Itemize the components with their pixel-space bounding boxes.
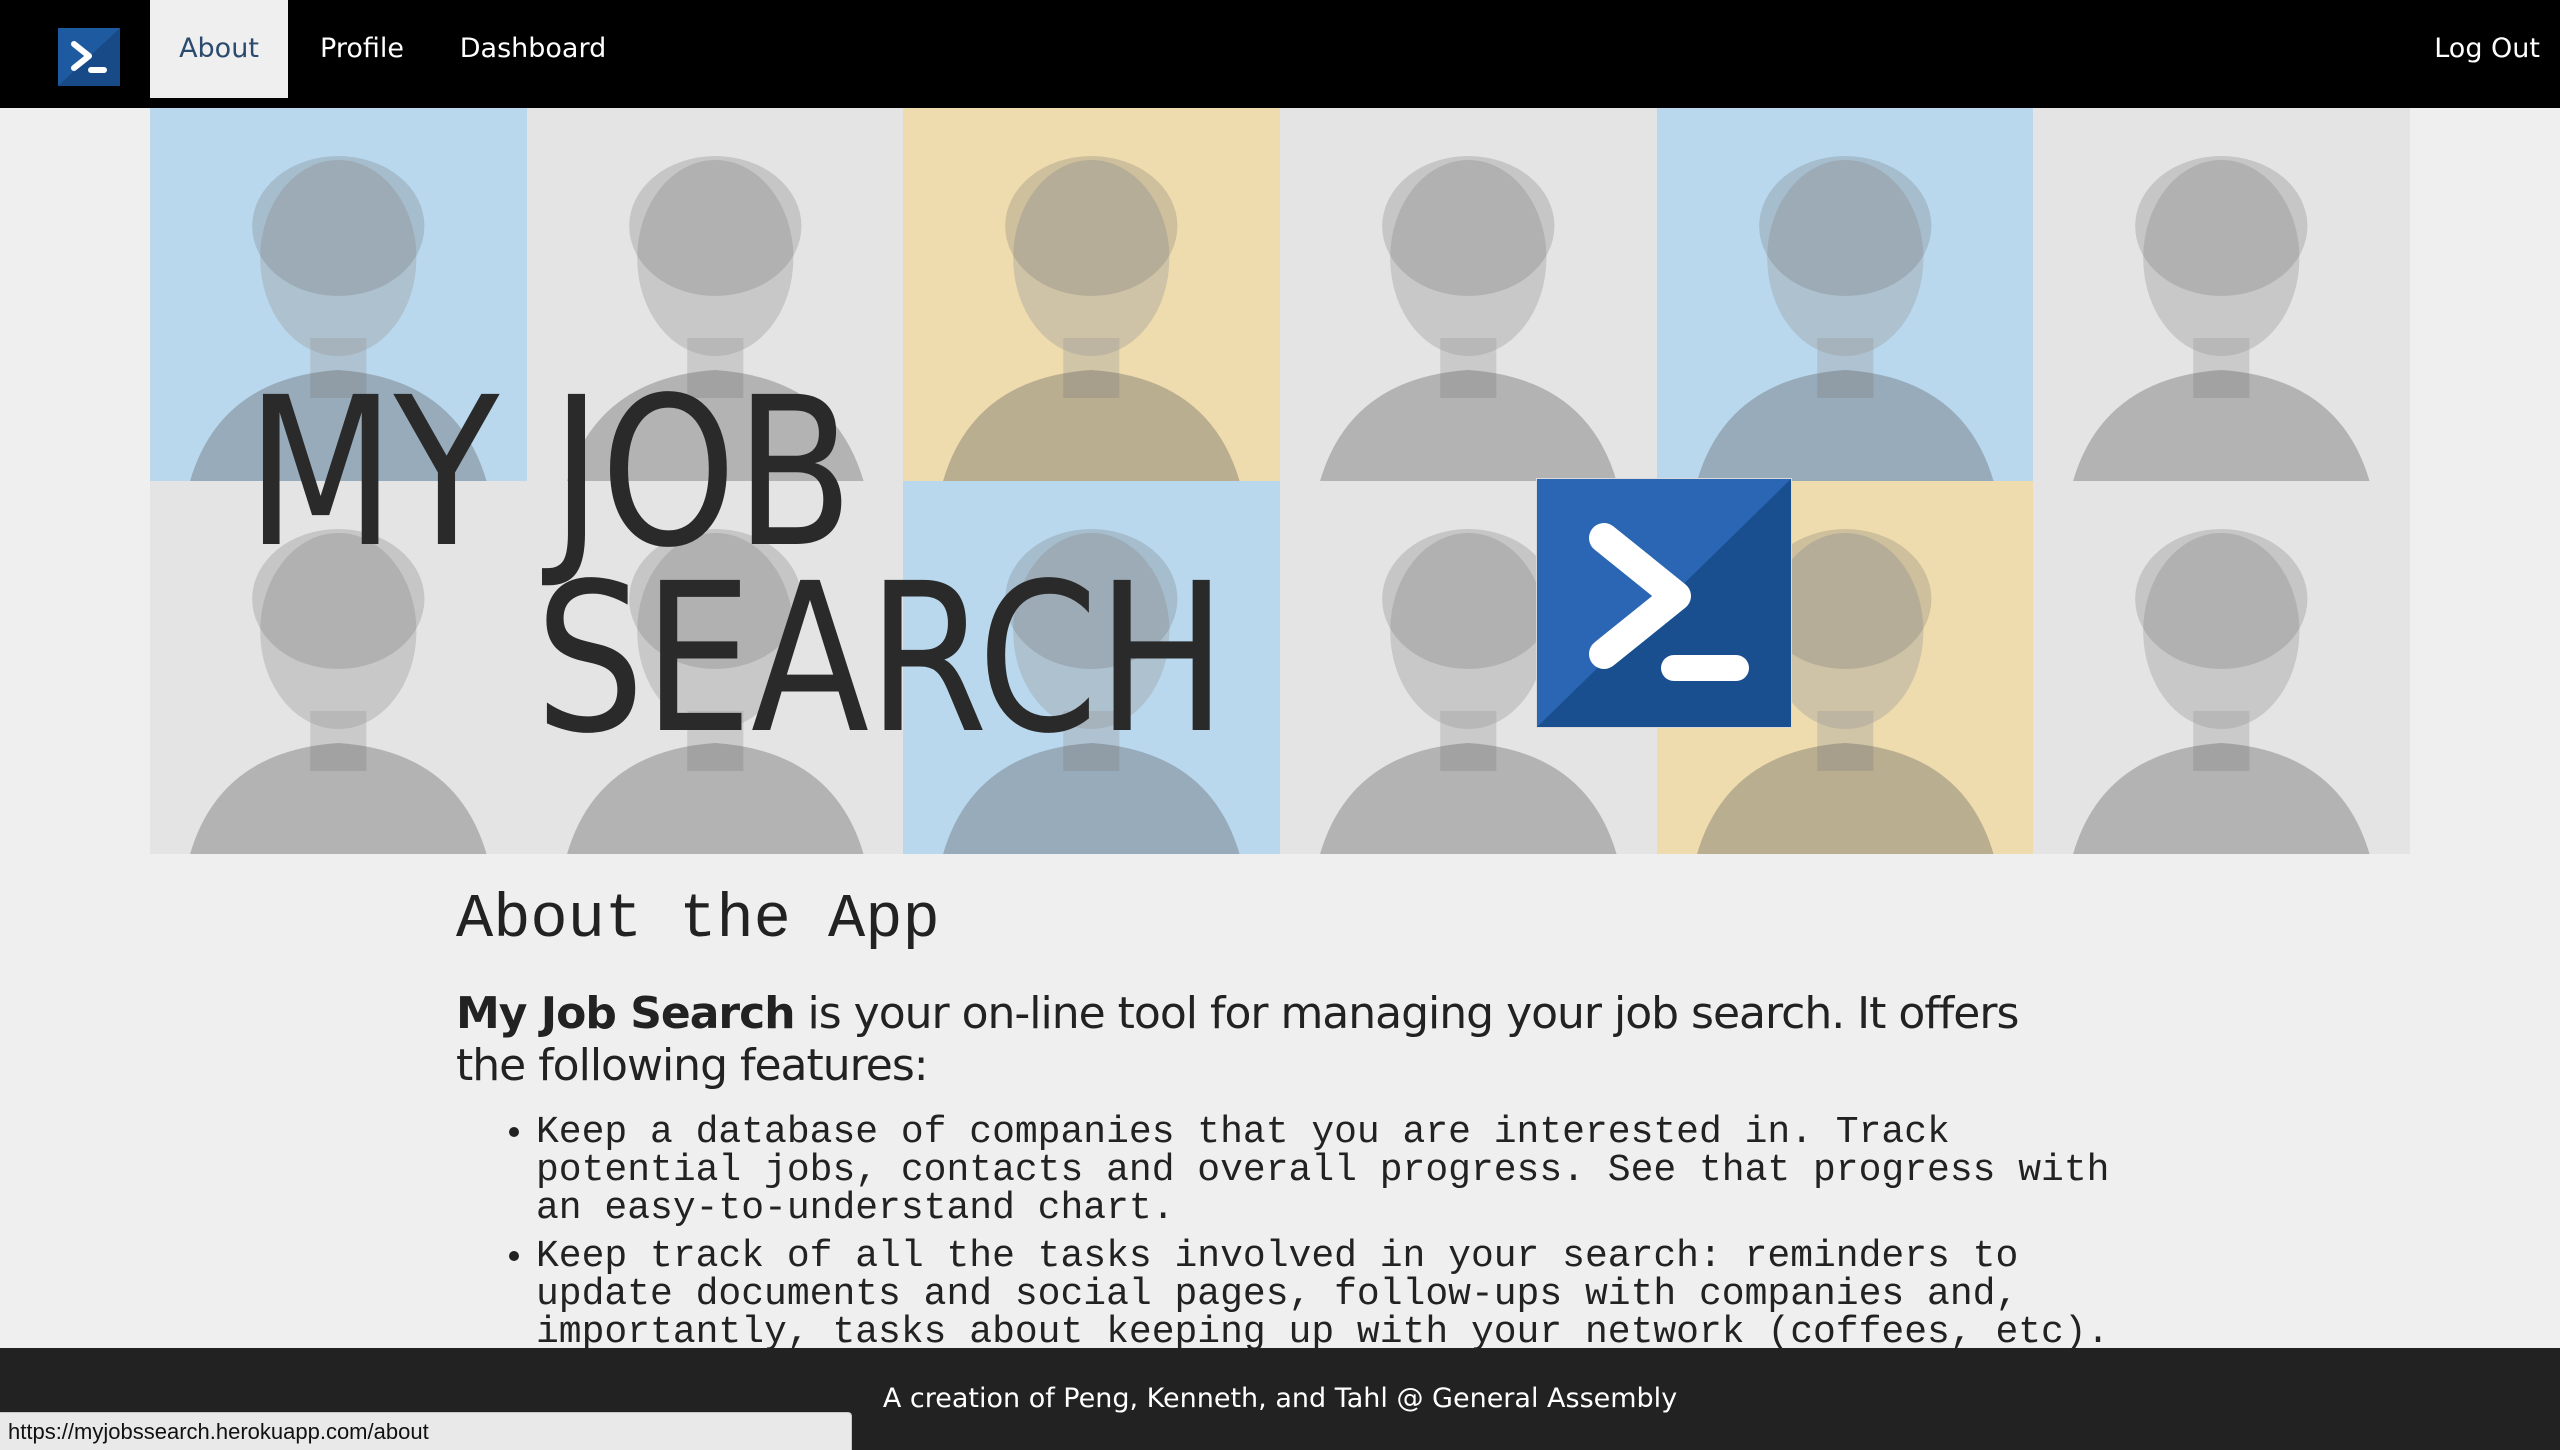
top-navbar: About Profile Dashboard Log Out xyxy=(0,0,2560,108)
portrait-tile xyxy=(2033,108,2410,481)
portrait-tile xyxy=(903,108,1280,481)
browser-status-url: https://myjobssearch.herokuapp.com/about xyxy=(0,1412,852,1450)
about-section: About the App My Job Search is your on-l… xyxy=(456,880,2116,1362)
about-heading: About the App xyxy=(456,884,940,955)
nav-tab-about[interactable]: About xyxy=(150,0,288,98)
logout-link[interactable]: Log Out xyxy=(2410,0,2540,98)
nav-tab-profile[interactable]: Profile xyxy=(298,0,426,98)
hero-title-line-2: SEARCH xyxy=(535,539,1227,779)
portrait-tile xyxy=(1280,108,1657,481)
feature-list: Keep a database of companies that you ar… xyxy=(456,1114,2136,1352)
intro-paragraph: My Job Search is your on-line tool for m… xyxy=(456,988,2056,1092)
footer-credit: A creation of Peng, Kenneth, and Tahl @ … xyxy=(882,1383,1678,1414)
feature-item: Keep a database of companies that you ar… xyxy=(536,1114,2136,1228)
feature-item: Keep track of all the tasks involved in … xyxy=(536,1238,2136,1352)
hero-banner: MY JOB SEARCH xyxy=(150,108,2410,854)
app-name-bold: My Job Search xyxy=(456,988,796,1039)
app-logo-icon[interactable] xyxy=(58,28,120,86)
portrait-tile xyxy=(2033,481,2410,854)
portrait-tile xyxy=(1656,108,2034,481)
nav-tab-dashboard[interactable]: Dashboard xyxy=(450,0,616,98)
powershell-prompt-icon xyxy=(1535,477,1793,729)
